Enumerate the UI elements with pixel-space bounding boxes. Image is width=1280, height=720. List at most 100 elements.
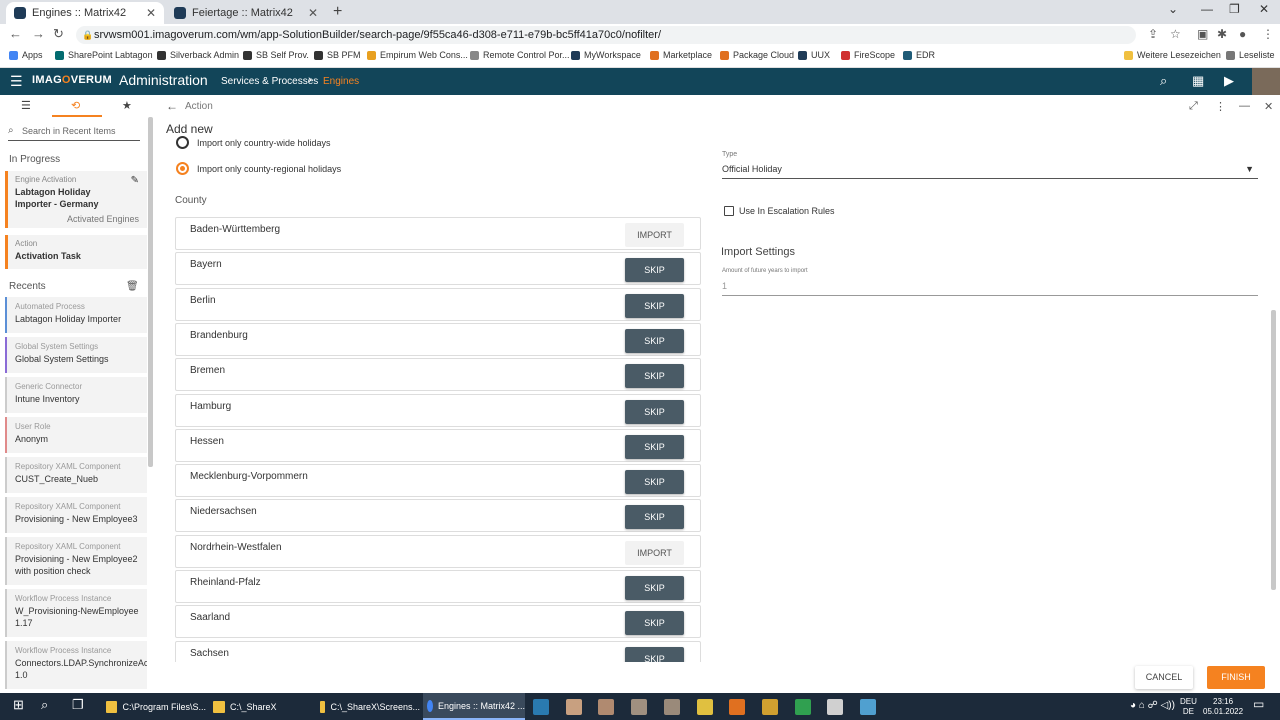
close-tab-icon[interactable]: ✕ [308,6,318,20]
skip-button[interactable]: SKIP [625,293,684,318]
tray-icons[interactable]: ◕ ⌂ ☍ ◁)) [1130,701,1175,711]
favorites-star-icon[interactable]: ★ [122,99,132,112]
bookmark-item[interactable]: Empirum Web Cons... [367,50,468,60]
pinned-app-icon[interactable] [533,699,549,715]
bookmark-item[interactable]: EDR [903,50,935,60]
skip-button[interactable]: SKIP [625,399,684,424]
minimize-icon[interactable]: — [1201,2,1213,16]
recent-item[interactable]: Repository XAML Component Provisioning - … [5,497,147,533]
in-progress-item[interactable]: Engine Activation Labtagon Holiday Impor… [5,171,147,228]
menu-dots-icon[interactable]: ⋮ [1262,27,1274,41]
pinned-app-icon[interactable] [860,699,876,715]
profile-icon[interactable]: ● [1239,27,1246,41]
skip-button[interactable]: SKIP [625,646,684,662]
search-icon[interactable]: ⌕ [1160,73,1167,89]
reading-list[interactable]: Leseliste [1226,50,1275,60]
minimize-panel-icon[interactable]: — [1239,100,1250,112]
recent-item[interactable]: Generic Connector Intune Inventory [5,377,147,413]
skip-button[interactable]: SKIP [625,611,684,636]
recent-item[interactable]: Global System Settings Global System Sett… [5,337,147,373]
clear-recents-icon[interactable]: 🗑 [126,281,139,292]
pinned-app-icon[interactable] [566,699,582,715]
close-panel-icon[interactable]: ✕ [1264,100,1273,113]
skip-button[interactable]: SKIP [625,505,684,530]
bookmark-item[interactable]: MyWorkspace [571,50,641,60]
recent-item[interactable]: Repository XAML Component CUST_Create_Nue… [5,457,147,493]
skip-button[interactable]: SKIP [625,328,684,353]
pinned-app-icon[interactable] [697,699,713,715]
in-progress-item[interactable]: Action Activation Task [5,235,147,269]
hamburger-menu-icon[interactable]: ☰ [10,73,23,90]
share-icon[interactable]: ⇪ [1148,27,1158,41]
edit-pencil-icon[interactable]: ✎ [131,175,139,186]
skip-button[interactable]: SKIP [625,434,684,459]
back-icon[interactable]: ← [9,26,22,41]
window-close-icon[interactable]: ✕ [1259,2,1269,16]
finish-button[interactable]: FINISH [1207,666,1265,689]
list-icon[interactable]: ☰ [21,99,31,112]
presentation-icon[interactable]: ▶ [1224,73,1234,89]
bookmark-item[interactable]: Remote Control Por... [470,50,570,60]
close-tab-icon[interactable]: ✕ [146,6,156,20]
pinned-app-icon[interactable] [795,699,811,715]
taskbar-app-explorer[interactable]: C:\Program Files\S... [102,693,206,720]
recent-item[interactable]: User Role Anonym [5,417,147,453]
bookmark-item[interactable]: SB Self Prov. [243,50,309,60]
reload-icon[interactable]: ↻ [53,26,64,42]
bookmark-star-icon[interactable]: ☆ [1170,27,1181,41]
main-scrollbar[interactable] [1271,310,1276,590]
new-tab-icon[interactable]: + [333,3,342,21]
bookmark-item[interactable]: FireScope [841,50,895,60]
fullscreen-icon[interactable]: ⤢ [1189,100,1198,113]
windows-start-icon[interactable]: ⊞ [13,697,24,713]
breadcrumb-services[interactable]: Services & Processes [221,76,318,87]
escalation-checkbox[interactable] [724,206,734,216]
history-icon[interactable]: ⟲ [71,99,80,112]
import-button[interactable]: IMPORT [625,540,684,565]
taskbar-app-explorer[interactable]: C:\_ShareX [209,693,313,720]
browser-tab-engines[interactable]: Engines :: Matrix42 ✕ [6,2,164,24]
url-field[interactable]: 🔒 srvwsm001.imagoverum.com/wm/app-Soluti… [76,26,1136,44]
settings-gear-icon[interactable] [827,699,843,715]
clock[interactable]: 23:16 05.01.2022 [1203,697,1243,717]
avatar[interactable] [1252,68,1280,95]
skip-button[interactable]: SKIP [625,470,684,495]
recent-item[interactable]: Repository XAML Component Provisioning - … [5,537,147,585]
tab-search-icon[interactable]: ⌄ [1168,2,1178,16]
task-view-icon[interactable]: ❐ [72,697,84,713]
cancel-button[interactable]: CANCEL [1135,666,1193,689]
more-vert-icon[interactable]: ⋮ [1215,100,1226,113]
bookmark-item[interactable]: SB PFM [314,50,361,60]
breadcrumb-engines[interactable]: Engines [323,76,359,87]
sidebar-scrollbar[interactable] [148,117,153,467]
pinned-app-icon[interactable] [631,699,647,715]
restore-icon[interactable]: ❐ [1229,2,1240,16]
recent-item[interactable]: Workflow Process Instance W_Provisioning-… [5,589,147,637]
taskbar-app-chrome[interactable]: Engines :: Matrix42 ... [423,693,525,720]
puzzle-icon[interactable]: ✱ [1217,27,1227,41]
taskbar-app-explorer[interactable]: C:\_ShareX\Screens... [316,693,420,720]
skip-button[interactable]: SKIP [625,576,684,600]
bookmark-apps[interactable]: Apps [9,50,43,60]
bookmark-folder[interactable]: Weitere Lesezeichen [1124,50,1221,60]
recent-search-input[interactable]: ⌕ Search in Recent Items [8,123,140,141]
bookmark-item[interactable]: UUX [798,50,830,60]
import-button[interactable]: IMPORT [625,223,684,247]
apps-grid-icon[interactable]: ▦ [1192,73,1204,89]
recent-item[interactable]: Automated Process Labtagon Holiday Import… [5,297,147,333]
forward-icon[interactable]: → [32,26,45,41]
type-select[interactable]: Official Holiday ▼ [722,161,1258,179]
recent-item[interactable]: Workflow Process Instance Connectors.LDAP… [5,641,147,689]
bookmark-item[interactable]: Marketplace [650,50,712,60]
pinned-app-icon[interactable] [762,699,778,715]
pinned-app-icon[interactable] [598,699,614,715]
notifications-icon[interactable]: ▭ [1253,698,1264,710]
extension-icon[interactable]: ▣ [1197,27,1208,41]
skip-button[interactable]: SKIP [625,364,684,389]
skip-button[interactable]: SKIP [625,258,684,283]
bookmark-item[interactable]: Silverback Admin [157,50,239,60]
pinned-app-icon[interactable] [729,699,745,715]
bookmark-item[interactable]: SharePoint Labtagon [55,50,153,60]
search-icon[interactable]: ⌕ [41,697,48,713]
years-input[interactable]: 1 [722,278,1258,296]
